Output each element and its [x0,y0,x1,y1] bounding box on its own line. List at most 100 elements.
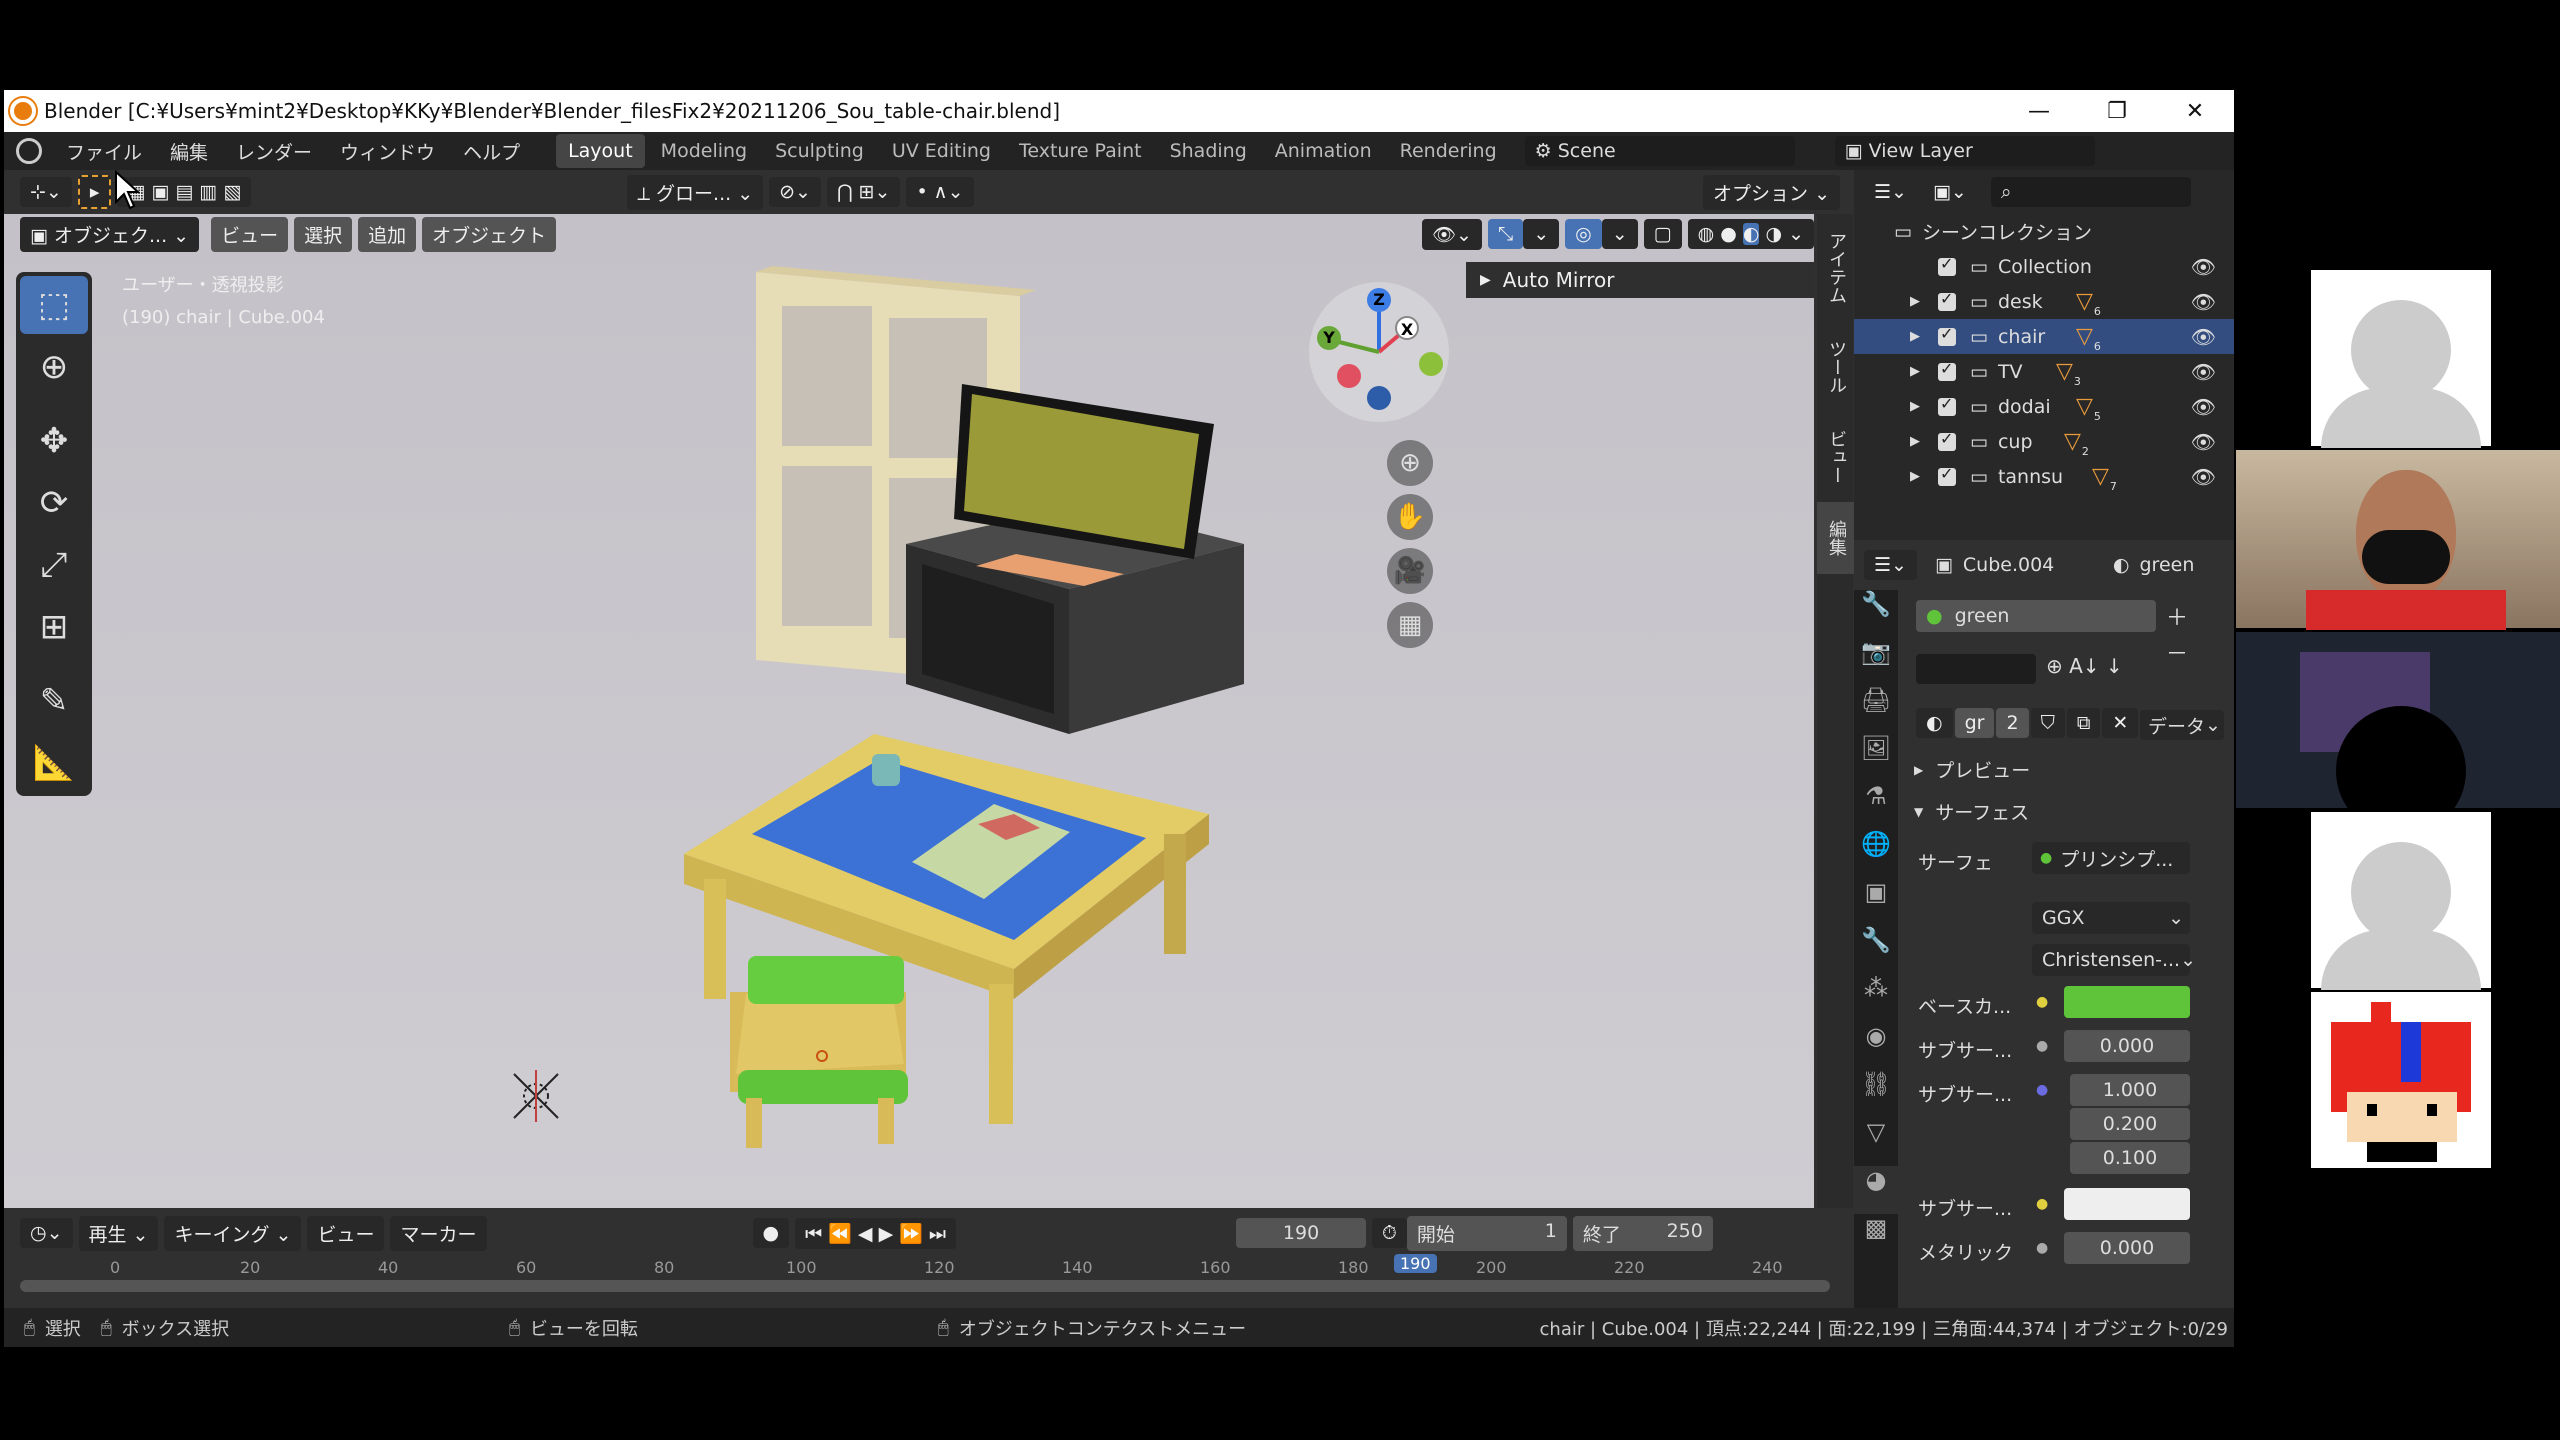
ortho-grid-icon[interactable]: ▦ [1387,602,1433,648]
menu-timeline-view[interactable]: ビュー [307,1215,385,1251]
menu-help[interactable]: ヘルプ [449,138,534,165]
gizmo-x-icon[interactable]: X [1395,316,1419,340]
menu-edit[interactable]: 編集 [156,138,222,165]
outliner-row-dodai[interactable]: ▶ ▭ dodai ▽5 👁 [1854,389,2234,424]
tab-texture-paint[interactable]: Texture Paint [1007,134,1154,168]
display-mode-icon[interactable]: ▣⌄ [1922,177,1977,207]
surface-shader-field[interactable]: ● プリンシプ... [2032,842,2190,874]
tab-sculpting[interactable]: Sculpting [763,134,876,168]
start-frame-field[interactable]: 開始 1 [1406,1215,1567,1251]
subsurface-socket-icon[interactable]: ● [2036,1038,2048,1054]
physics-tab-icon[interactable]: ◉ [1854,1022,1898,1070]
slot-filter-field[interactable] [1916,654,2036,684]
select-box-tool-icon[interactable]: ▸ [77,175,112,209]
eye-icon[interactable]: 👁 [2191,465,2216,489]
eye-icon[interactable]: 👁 [2191,255,2216,279]
timeline-ruler[interactable]: 0 20 40 60 80 100 120 140 160 180 190 20… [4,1254,1854,1308]
outliner-row-chair[interactable]: ▶ ▭ chair ▽6 👁 [1854,319,2234,354]
world-tab-icon[interactable]: 🌐 [1854,830,1898,878]
scale-icon[interactable]: ⤢ [20,536,88,594]
view-layer-tab-icon[interactable]: 🖼 [1854,734,1898,782]
radius-x-field[interactable]: 1.000 [2070,1074,2190,1106]
menu-keying[interactable]: キーイング ⌄ [164,1215,302,1251]
proportional-icon[interactable]: • ∧⌄ [906,177,974,207]
tab-tool[interactable]: ツール [1817,322,1855,412]
radius-y-field[interactable]: 0.200 [2070,1108,2190,1140]
particles-tab-icon[interactable]: ⁂ [1854,974,1898,1022]
restore-button[interactable]: ❐ [2078,99,2156,124]
blender-menu-icon[interactable] [16,138,42,164]
exclude-checkbox[interactable] [1938,464,1956,486]
playback-controls-icon[interactable]: ⏮ ⏪ ◀ ▶ ⏩ ⏭ [795,1217,957,1249]
gizmo-toggle-icon[interactable]: ⤡ [1487,219,1524,249]
exclude-checkbox[interactable] [1938,429,1956,451]
editor-type-icon[interactable]: ⊹⌄ [20,177,72,207]
subsurface-color-swatch[interactable] [2064,1188,2190,1220]
transform-icon[interactable]: ⊞ [20,598,88,656]
outliner-row-cup[interactable]: ▶ ▭ cup ▽2 👁 [1854,424,2234,459]
menu-select[interactable]: 選択 [294,216,353,252]
3d-viewport[interactable]: ▣ オブジェク... ⌄ ビュー 選択 追加 オブジェクト 👁⌄ ⤡ ⌄ ◎ ⌄… [4,214,1814,1208]
measure-icon[interactable]: 📐 [20,734,88,792]
scene-tab-icon[interactable]: ⚗ [1854,782,1898,830]
timeline-editor-icon[interactable]: ◷⌄ [20,1218,73,1248]
radius-z-field[interactable]: 0.100 [2070,1142,2190,1174]
cursor-icon[interactable]: ⊕ [20,338,88,396]
pivot-icon[interactable]: ⊘⌄ [769,177,821,207]
menu-add[interactable]: 追加 [358,216,417,252]
material-tab-icon[interactable]: ◕ [1854,1166,1898,1214]
slot-sort-icons[interactable]: ⊕ A↓ ↓ [2046,654,2123,678]
stopwatch-icon[interactable]: ⏱ [1372,1218,1407,1248]
gizmo-neg-z-icon[interactable] [1367,386,1391,410]
record-icon[interactable]: ● [752,1218,790,1248]
view-layer-selector[interactable]: ▣ View Layer [1834,136,2095,166]
unlink-icon[interactable]: ✕ [2102,708,2139,738]
options-dropdown[interactable]: オプション ⌄ [1703,174,1840,210]
gizmo-neg-y-icon[interactable] [1419,352,1443,376]
constraints-tab-icon[interactable]: ⛓ [1854,1070,1898,1118]
snap-icon[interactable]: ⋂ ⊞⌄ [826,177,901,207]
expand-arrow-icon[interactable]: ▶ [1910,399,1938,414]
expand-arrow-icon[interactable]: ▶ [1910,364,1938,379]
tab-rendering[interactable]: Rendering [1388,134,1509,168]
object-tab-icon[interactable]: ▣ [1854,878,1898,926]
zoom-icon[interactable]: ⊕ [1387,440,1433,486]
exclude-checkbox[interactable] [1938,324,1956,346]
gizmo-neg-x-icon[interactable] [1337,364,1361,388]
material-users-count[interactable]: 2 [1996,708,2029,738]
menu-window[interactable]: ウィンドウ [326,138,449,165]
timeline-scrollbar[interactable] [20,1280,1830,1292]
subsurface-field[interactable]: 0.000 [2064,1030,2190,1062]
modifier-tab-icon[interactable]: 🔧 [1854,926,1898,974]
remove-slot-button[interactable]: － [2166,636,2188,668]
eye-icon[interactable]: 👁 [2191,290,2216,314]
distribution-dropdown[interactable]: GGX ⌄ [2032,902,2190,934]
navigation-gizmo[interactable]: Z X Y [1309,282,1449,422]
properties-editor-icon[interactable]: ☰⌄ [1864,550,1917,580]
eye-icon[interactable]: 👁 [2191,430,2216,454]
add-slot-button[interactable]: ＋ [2166,600,2188,632]
menu-view[interactable]: ビュー [211,216,289,252]
fake-user-shield-icon[interactable]: ⛉ [2030,708,2065,738]
overlay-dropdown-icon[interactable]: ⌄ [1601,219,1638,249]
exclude-checkbox[interactable] [1938,394,1956,416]
tab-modeling[interactable]: Modeling [649,134,759,168]
outliner-row-desk[interactable]: ▶ ▭ desk ▽6 👁 [1854,284,2234,319]
outliner-row-collection[interactable]: ▭ Collection 👁 [1854,249,2234,284]
output-tab-icon[interactable]: 🖨 [1854,686,1898,734]
tab-shading[interactable]: Shading [1158,134,1259,168]
tab-edit[interactable]: 編集 [1817,502,1855,574]
overlay-toggle-icon[interactable]: ◎ [1565,219,1602,249]
metallic-field[interactable]: 0.000 [2064,1232,2190,1264]
expand-arrow-icon[interactable]: ▶ [1910,434,1938,449]
material-name-field[interactable]: gr [1954,708,1995,738]
material-slot-item[interactable]: ● green [1916,600,2156,632]
select-box-icon[interactable]: ⬚ [20,276,88,334]
transform-orientation[interactable]: ⟂ グロー... ⌄ [627,174,764,210]
rotate-icon[interactable]: ⟳ [20,474,88,532]
menu-marker[interactable]: マーカー [390,1215,487,1251]
gizmo-y-icon[interactable]: Y [1317,326,1341,350]
outliner-search[interactable]: ⌕ [1990,177,2191,207]
gizmo-z-icon[interactable]: Z [1367,288,1391,312]
preview-panel-header[interactable]: ▶ プレビュー [1914,756,2030,783]
